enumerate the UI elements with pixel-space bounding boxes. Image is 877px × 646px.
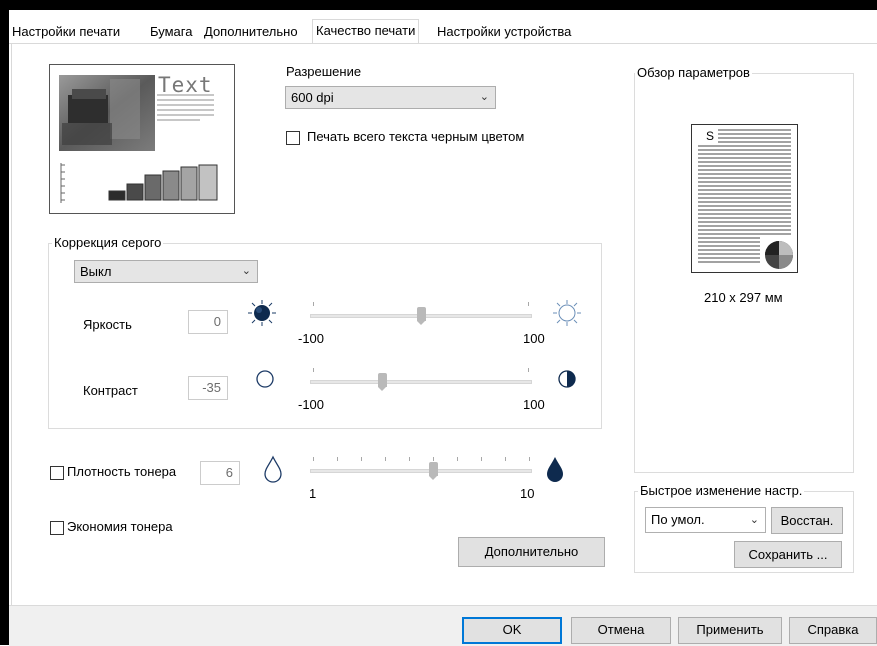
brightness-value: 0	[188, 310, 228, 334]
print-black-text-checkbox[interactable]	[286, 131, 300, 145]
paper-size-text: 210 x 297 мм	[704, 290, 783, 305]
contrast-min-label: -100	[298, 397, 325, 412]
toner-density-slider-thumb[interactable]	[428, 462, 438, 480]
slider-tick	[481, 457, 482, 461]
contrast-max-label: 100	[523, 397, 545, 412]
advanced-button[interactable]: Дополнительно	[458, 537, 605, 567]
resolution-value: 600 dpi	[291, 90, 334, 105]
tab-device-settings[interactable]: Настройки устройства	[434, 21, 575, 44]
print-black-text-label[interactable]: Печать всего текста черным цветом	[307, 129, 524, 144]
toner-dark-drop-icon	[547, 457, 563, 482]
toner-density-max-label: 10	[520, 486, 535, 501]
preset-select[interactable]: По умол. ⌄	[645, 507, 766, 533]
tab-strip: Настройки печати Бумага Дополнительно Ка…	[9, 10, 877, 45]
tab-paper[interactable]: Бумага	[147, 21, 196, 44]
toner-save-checkbox[interactable]	[50, 521, 64, 535]
gray-correction-title: Коррекция серого	[52, 235, 164, 250]
window-frame-left	[0, 0, 9, 645]
slider-tick	[385, 457, 386, 461]
slider-tick	[313, 368, 314, 372]
toner-save-label[interactable]: Экономия тонера	[67, 519, 173, 534]
window-frame-top	[0, 0, 877, 10]
toner-density-min-label: 1	[309, 486, 317, 501]
brightness-min-label: -100	[298, 331, 325, 346]
slider-tick	[337, 457, 338, 461]
overview-title: Обзор параметров	[635, 65, 752, 80]
slider-tick	[529, 457, 530, 461]
quick-change-title: Быстрое изменение настр.	[638, 483, 805, 498]
resolution-select[interactable]: 600 dpi ⌄	[285, 86, 496, 109]
brightness-dark-icon	[248, 300, 276, 326]
brightness-slider-thumb[interactable]	[416, 307, 426, 325]
help-button[interactable]: Справка	[789, 617, 877, 644]
brightness-label: Яркость	[83, 317, 132, 332]
tab-print-settings[interactable]: Настройки печати	[9, 21, 124, 44]
toner-light-drop-icon	[264, 455, 282, 483]
contrast-slider-thumb[interactable]	[377, 373, 387, 391]
contrast-value: -35	[188, 376, 228, 400]
apply-button[interactable]: Применить	[678, 617, 782, 644]
toner-density-slider-track[interactable]	[310, 469, 532, 473]
contrast-slider-track[interactable]	[310, 380, 532, 384]
save-preset-button[interactable]: Сохранить ...	[734, 541, 842, 568]
quality-preview-image: Text	[49, 64, 235, 214]
slider-tick	[313, 302, 314, 306]
slider-tick	[528, 368, 529, 372]
brightness-max-label: 100	[523, 331, 545, 346]
contrast-low-icon	[256, 370, 274, 388]
contrast-high-icon	[558, 370, 576, 388]
preview-text-sample: Text	[158, 73, 213, 97]
page-preview: S	[691, 124, 798, 273]
page-preview-lines	[698, 129, 793, 269]
chevron-down-icon: ⌄	[749, 514, 759, 526]
preset-value: По умол.	[651, 512, 705, 527]
slider-tick	[433, 457, 434, 461]
cancel-button[interactable]: Отмена	[571, 617, 671, 644]
contrast-label: Контраст	[83, 383, 138, 398]
slider-tick	[528, 302, 529, 306]
slider-tick	[457, 457, 458, 461]
restore-button[interactable]: Восстан.	[771, 507, 843, 534]
toner-density-value: 6	[200, 461, 240, 485]
page-size-letter: S	[704, 129, 717, 143]
gray-correction-select[interactable]: Выкл ⌄	[74, 260, 258, 283]
slider-tick	[505, 457, 506, 461]
tab-print-quality[interactable]: Качество печати	[312, 19, 420, 45]
chevron-down-icon: ⌄	[241, 265, 251, 277]
tab-advanced[interactable]: Дополнительно	[201, 21, 301, 44]
slider-tick	[409, 457, 410, 461]
toner-density-label[interactable]: Плотность тонера	[67, 464, 176, 479]
ok-button[interactable]: OK	[462, 617, 562, 644]
toner-density-checkbox[interactable]	[50, 466, 64, 480]
slider-tick	[313, 457, 314, 461]
chevron-down-icon: ⌄	[479, 91, 489, 103]
resolution-label: Разрешение	[286, 64, 362, 79]
gray-correction-value: Выкл	[80, 264, 112, 279]
brightness-light-icon	[553, 300, 581, 326]
slider-tick	[361, 457, 362, 461]
